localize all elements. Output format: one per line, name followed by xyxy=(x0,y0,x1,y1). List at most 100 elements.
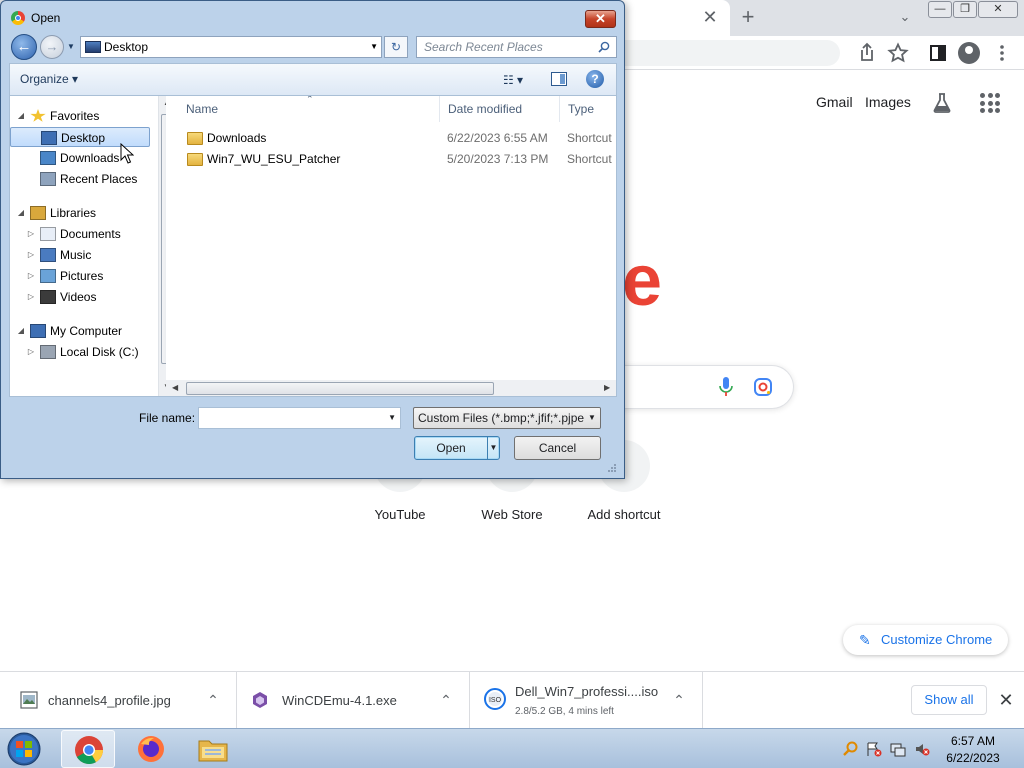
new-tab-button[interactable]: + xyxy=(735,4,761,30)
forward-arrow-icon[interactable]: → xyxy=(40,35,64,59)
tab-close-icon[interactable]: ✕ xyxy=(700,6,720,28)
action-center-flag-icon[interactable] xyxy=(866,741,882,757)
profile-avatar-icon[interactable] xyxy=(958,42,980,64)
maximize-button[interactable]: ❐ xyxy=(953,1,977,18)
chevron-up-icon[interactable]: ⌃ xyxy=(669,690,689,710)
tree-expand-arrow-icon[interactable]: ◢ xyxy=(16,106,26,126)
breadcrumb-address-bar[interactable]: Desktop ▼ xyxy=(80,36,382,58)
file-row[interactable]: Downloads 6/22/2023 6:55 AM Shortcut xyxy=(166,128,616,149)
tree-expand-arrow-icon[interactable]: ▷ xyxy=(26,245,36,265)
open-button[interactable]: Open ▼ xyxy=(414,436,500,460)
nav-item-label: Documents xyxy=(60,227,121,241)
pictures-icon xyxy=(40,269,56,283)
tree-expand-arrow-icon[interactable]: ◢ xyxy=(16,203,26,223)
voice-search-mic-icon[interactable] xyxy=(718,376,734,398)
chevron-up-icon[interactable]: ⌃ xyxy=(203,690,223,710)
labs-flask-icon[interactable] xyxy=(930,91,954,115)
file-date: 5/20/2023 7:13 PM xyxy=(447,152,549,166)
folder-explorer-icon xyxy=(198,740,228,762)
breadcrumb-desktop[interactable]: Desktop xyxy=(104,40,148,54)
nav-pane-scrollbar[interactable]: ▲ ▼ xyxy=(158,96,166,396)
nav-item-favorites[interactable]: ◢ Favorites xyxy=(10,106,150,126)
nav-item-label: Music xyxy=(60,248,92,262)
nav-item-videos[interactable]: ▷ Videos xyxy=(10,287,150,307)
nav-item-music[interactable]: ▷ Music xyxy=(10,245,150,265)
horizontal-scrollbar[interactable]: ◀ ▶ xyxy=(166,380,616,396)
back-arrow-icon[interactable]: ← xyxy=(11,34,37,60)
scrollbar-thumb[interactable] xyxy=(186,382,494,395)
chrome-logo-icon xyxy=(75,736,103,764)
window-close-button[interactable]: ✕ xyxy=(978,1,1018,18)
tree-expand-arrow-icon[interactable]: ▷ xyxy=(26,342,36,362)
clock-date[interactable]: 6/22/2023 xyxy=(938,751,1008,765)
search-input[interactable]: Search Recent Places xyxy=(416,36,617,58)
search-icon[interactable] xyxy=(598,41,610,53)
column-header-date-modified[interactable]: Date modified xyxy=(440,96,560,122)
taskbar-firefox-button[interactable] xyxy=(124,730,178,768)
nav-item-my-computer[interactable]: ◢ My Computer xyxy=(10,321,150,341)
chevron-down-icon[interactable]: ▼ xyxy=(388,413,396,422)
show-all-downloads-button[interactable]: Show all xyxy=(911,685,987,715)
gmail-link[interactable]: Gmail xyxy=(816,94,853,110)
nav-item-documents[interactable]: ▷ Documents xyxy=(10,224,150,244)
shortcut-label-youtube[interactable]: YouTube xyxy=(344,507,456,522)
preview-pane-icon[interactable] xyxy=(551,72,567,86)
tree-expand-arrow-icon[interactable]: ▷ xyxy=(26,224,36,244)
taskbar-explorer-button[interactable] xyxy=(186,730,240,768)
file-row[interactable]: Win7_WU_ESU_Patcher 5/20/2023 7:13 PM Sh… xyxy=(166,149,616,170)
change-view-icon[interactable]: ☷ ▾ xyxy=(495,70,531,90)
tree-expand-arrow-icon[interactable]: ▷ xyxy=(26,266,36,286)
refresh-icon[interactable]: ↻ xyxy=(384,36,408,58)
network-icon[interactable] xyxy=(890,741,906,757)
chevron-down-icon[interactable]: ▼ xyxy=(370,40,378,54)
chevron-down-icon[interactable]: ▼ xyxy=(584,408,600,428)
google-lens-icon[interactable] xyxy=(752,376,774,398)
resize-grip-icon[interactable] xyxy=(605,463,617,475)
tree-expand-arrow-icon[interactable]: ◢ xyxy=(16,321,26,341)
volume-muted-icon[interactable] xyxy=(914,741,930,757)
computer-icon xyxy=(30,324,46,338)
libraries-icon xyxy=(30,206,46,220)
download-item[interactable]: WinCDEmu-4.1.exe ⌃ xyxy=(237,672,470,729)
help-icon[interactable]: ? xyxy=(586,70,604,88)
taskbar-chrome-button[interactable] xyxy=(61,730,115,768)
dialog-titlebar[interactable]: Open ✕ xyxy=(1,1,624,33)
minimize-button[interactable]: — xyxy=(928,1,952,18)
file-type-filter-value: Custom Files (*.bmp;*.jfif;*.pjpe xyxy=(418,411,585,425)
search-tray-icon[interactable] xyxy=(843,741,859,757)
start-button-icon[interactable] xyxy=(4,731,44,767)
recent-locations-dropdown-icon[interactable]: ▼ xyxy=(67,41,77,53)
download-item[interactable]: ISO Dell_Win7_professi....iso 2.8/5.2 GB… xyxy=(470,672,703,729)
cancel-button[interactable]: Cancel xyxy=(514,436,601,460)
open-options-chevron-icon[interactable]: ▼ xyxy=(487,437,499,459)
shortcut-label-add[interactable]: Add shortcut xyxy=(568,507,680,522)
dialog-close-button[interactable]: ✕ xyxy=(585,10,616,28)
tab-search-icon[interactable]: ⌄ xyxy=(893,6,917,28)
download-item[interactable]: channels4_profile.jpg ⌃ xyxy=(0,672,237,729)
shortcut-label-webstore[interactable]: Web Store xyxy=(456,507,568,522)
tree-expand-arrow-icon[interactable]: ▷ xyxy=(26,287,36,307)
file-type-filter-select[interactable]: Custom Files (*.bmp;*.jfif;*.pjpe ▼ xyxy=(413,407,601,429)
customize-chrome-label: Customize Chrome xyxy=(881,632,993,647)
scroll-left-icon[interactable]: ◀ xyxy=(172,383,178,392)
organize-menu-button[interactable]: Organize ▾ xyxy=(20,72,78,86)
share-icon[interactable] xyxy=(855,41,879,65)
scroll-right-icon[interactable]: ▶ xyxy=(604,383,610,392)
nav-item-pictures[interactable]: ▷ Pictures xyxy=(10,266,150,286)
bookmark-star-icon[interactable] xyxy=(886,41,910,65)
images-link[interactable]: Images xyxy=(865,94,911,110)
file-name-combobox[interactable]: ▼ xyxy=(198,407,401,429)
clock-time[interactable]: 6:57 AM xyxy=(938,734,1008,748)
nav-item-libraries[interactable]: ◢ Libraries xyxy=(10,203,150,223)
google-apps-icon[interactable] xyxy=(980,93,1000,113)
nav-item-recent-places[interactable]: Recent Places xyxy=(10,169,150,189)
customize-chrome-button[interactable]: ✎ Customize Chrome xyxy=(843,625,1008,655)
file-name-label: File name: xyxy=(139,411,196,425)
column-header-type[interactable]: Type xyxy=(560,96,616,122)
nav-item-local-disk-c[interactable]: ▷ Local Disk (C:) xyxy=(10,342,150,362)
column-header-name[interactable]: Name xyxy=(178,96,440,122)
chrome-menu-icon[interactable] xyxy=(990,41,1014,65)
chevron-up-icon[interactable]: ⌃ xyxy=(436,690,456,710)
side-panel-icon[interactable] xyxy=(926,41,950,65)
close-shelf-icon[interactable]: ✕ xyxy=(996,686,1016,714)
